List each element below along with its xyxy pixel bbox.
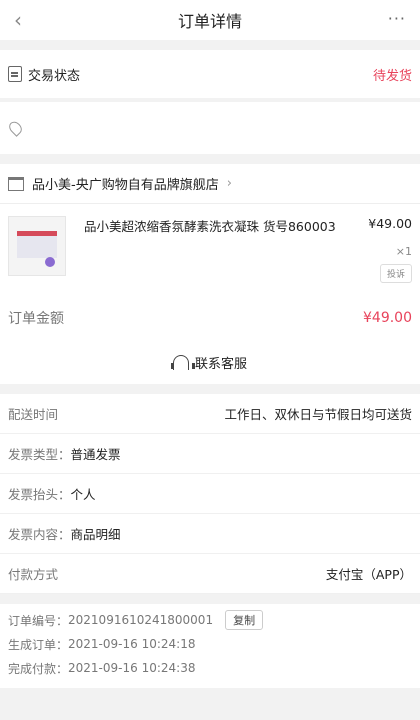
payment-method-value: 支付宝（APP） [325, 567, 412, 582]
more-icon[interactable]: ··· [388, 9, 406, 28]
invoice-content-value: 商品明细 [70, 527, 121, 542]
product-item[interactable]: 品小美超浓缩香氛酵素洗衣凝珠 货号860003 ¥49.00 ×1 投诉 [0, 204, 420, 296]
order-paid-label: 完成付款： [8, 661, 69, 676]
chevron-right-icon: › [226, 176, 232, 191]
order-amount-value: ¥49.00 [363, 310, 412, 326]
invoice-head-label: 发票抬头： [8, 487, 71, 502]
top-bar: ‹ 订单详情 ··· [0, 0, 420, 40]
order-amount-row: 订单金额 ¥49.00 [0, 296, 420, 340]
order-number-label: 订单编号： [8, 613, 69, 628]
location-pin-icon [6, 119, 25, 137]
invoice-head-value: 个人 [70, 487, 96, 502]
shop-row[interactable]: 品小美-央广购物自有品牌旗舰店 › [0, 164, 420, 204]
complaint-button[interactable]: 投诉 [379, 264, 412, 283]
order-paid-value: 2021-09-16 10:24:38 [68, 661, 196, 675]
order-created-value: 2021-09-16 10:24:18 [68, 637, 196, 651]
order-number-row: 订单编号： 2021091610241800001 复制 [0, 608, 420, 632]
address-row[interactable] [0, 102, 420, 154]
invoice-content-row: 发票内容： 商品明细 [0, 514, 420, 554]
page-title: 订单详情 [177, 12, 242, 31]
contact-service-button[interactable]: 联系客服 [0, 340, 420, 384]
order-paid-row: 完成付款： 2021-09-16 10:24:38 [0, 656, 420, 680]
invoice-type-row: 发票类型： 普通发票 [0, 434, 420, 474]
product-quantity: ×1 [395, 245, 412, 258]
order-amount-label: 订单金额 [8, 311, 64, 327]
trade-status-label: 交易状态 [28, 68, 81, 84]
shop-name: 品小美-央广购物自有品牌旗舰店 [32, 178, 219, 193]
back-icon[interactable]: ‹ [14, 8, 22, 32]
headset-icon [170, 354, 195, 370]
copy-button[interactable]: 复制 [225, 610, 264, 630]
invoice-content-label: 发票内容： [8, 527, 71, 542]
product-title[interactable]: 品小美超浓缩香氛酵素洗衣凝珠 货号860003 [84, 218, 346, 296]
product-price: ¥49.00 [368, 216, 412, 231]
invoice-type-value: 普通发票 [70, 447, 121, 462]
trade-status-row: 交易状态 待发货 [0, 50, 420, 98]
product-thumbnail[interactable] [8, 216, 66, 276]
trade-status-value: 待发货 [372, 68, 412, 84]
order-created-label: 生成订单： [8, 637, 69, 652]
order-created-row: 生成订单： 2021-09-16 10:24:18 [0, 632, 420, 656]
clipboard-icon [8, 66, 22, 82]
store-icon [8, 176, 24, 191]
delivery-time-label: 配送时间 [8, 407, 59, 422]
delivery-time-row: 配送时间 工作日、双休日与节假日均可送货 [0, 394, 420, 434]
invoice-type-label: 发票类型： [8, 447, 71, 462]
invoice-head-row: 发票抬头： 个人 [0, 474, 420, 514]
delivery-time-value: 工作日、双休日与节假日均可送货 [224, 407, 412, 422]
payment-method-row: 付款方式 支付宝（APP） [0, 554, 420, 594]
order-number-value: 2021091610241800001 [68, 613, 214, 627]
contact-service-label: 联系客服 [194, 356, 247, 372]
payment-method-label: 付款方式 [8, 567, 59, 582]
